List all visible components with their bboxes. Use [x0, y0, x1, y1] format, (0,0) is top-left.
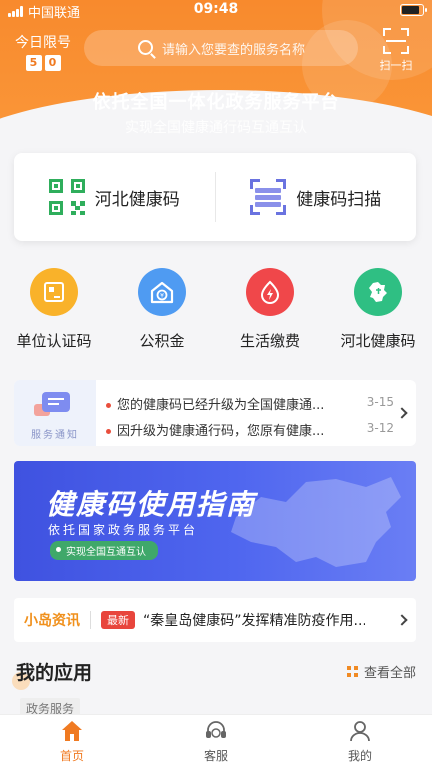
notice-item[interactable]: 您的健康码已经升级为全国健康通...	[106, 394, 376, 413]
hebei-health-code-label: 河北健康码	[94, 189, 180, 210]
limit-digit: 0	[44, 55, 61, 71]
banner-title: 健康码使用指南	[46, 488, 257, 521]
headset-icon	[204, 719, 228, 743]
carrier-name: 中国联通	[28, 6, 81, 21]
section-title: 我的应用	[16, 662, 93, 684]
service-utility-payment[interactable]: 生活缴费	[216, 268, 324, 358]
scan-label: 扫一扫	[379, 59, 413, 72]
news-badge: 最新	[101, 611, 135, 629]
search-placeholder: 请输入您要查的服务名称	[162, 42, 306, 58]
chevron-right-icon	[396, 407, 408, 419]
service-hebei-health-code[interactable]: 河北健康码	[324, 268, 432, 358]
housing-fund-icon: ¥	[138, 268, 186, 316]
svg-text:¥: ¥	[160, 293, 164, 300]
service-label: 生活缴费	[239, 332, 300, 350]
tab-label: 客服	[203, 749, 228, 763]
hebei-health-code-button[interactable]: 河北健康码	[14, 179, 215, 215]
divider	[90, 611, 91, 629]
tab-label: 我的	[347, 749, 372, 763]
message-icon	[42, 392, 70, 412]
health-code-scan-label: 健康码扫描	[296, 189, 382, 210]
user-icon	[348, 719, 372, 743]
chevron-right-icon	[396, 614, 408, 626]
slogan-sub: 实现全国健康通行码互通互认	[125, 120, 307, 136]
utility-payment-icon	[246, 268, 294, 316]
service-label: 单位认证码	[16, 332, 92, 350]
notice-date: 3-12	[366, 421, 394, 435]
scanner-icon	[250, 179, 287, 215]
scan-button[interactable]: 扫一扫	[372, 28, 420, 73]
traffic-limit[interactable]: 今日限号 5 0	[12, 32, 74, 71]
health-code-card: 河北健康码 健康码扫描	[14, 153, 416, 241]
news-headline: “秦皇岛健康码”发挥精准防疫作用...	[143, 613, 365, 629]
tab-bar: 首页 客服 我的	[0, 714, 432, 768]
hebei-map-icon	[354, 268, 402, 316]
signal-icon	[8, 6, 23, 17]
health-code-scan-button[interactable]: 健康码扫描	[216, 179, 417, 215]
home-icon	[60, 719, 84, 743]
banner-pill: 实现全国互通互认	[50, 541, 158, 560]
limit-digit: 5	[25, 55, 42, 71]
service-notice[interactable]: 服务通知 您的健康码已经升级为全国健康通... 3-15 因升级为健康通行码，您…	[14, 380, 416, 446]
news-brand: 小岛资讯	[24, 613, 80, 629]
tab-customer-service[interactable]: 客服	[144, 715, 288, 768]
search-input[interactable]: 请输入您要查的服务名称	[84, 30, 358, 66]
qr-code-icon	[48, 179, 85, 215]
battery-icon	[400, 4, 427, 16]
bullet-icon	[106, 403, 111, 408]
id-code-icon	[30, 268, 78, 316]
service-label: 河北健康码	[340, 332, 416, 350]
view-all-label: 查看全部	[363, 666, 416, 681]
tab-home[interactable]: 首页	[0, 715, 144, 768]
slogan-main: 依托全国一体化政务服务平台	[92, 92, 340, 113]
service-unit-code[interactable]: 单位认证码	[0, 268, 108, 358]
status-bar: 中国联通 09:48	[0, 0, 432, 21]
banner-subtitle: 依托国家政务服务平台	[48, 523, 199, 537]
notice-date: 3-15	[366, 395, 394, 409]
notice-item-text: 您的健康码已经升级为全国健康通...	[117, 398, 325, 413]
notice-item-text: 因升级为健康通行码，您原有健康...	[117, 424, 325, 439]
tab-mine[interactable]: 我的	[288, 715, 432, 768]
view-all-button[interactable]: 查看全部	[346, 662, 416, 681]
service-housing-fund[interactable]: ¥ 公积金	[108, 268, 216, 358]
scan-icon	[383, 28, 409, 54]
quick-services: 单位认证码 ¥ 公积金 生活缴费 河北健康码	[0, 268, 432, 358]
notice-illustration: 服务通知	[14, 380, 96, 446]
grid-icon	[346, 666, 358, 677]
notice-title: 服务通知	[31, 430, 79, 441]
service-label: 公积金	[139, 332, 185, 350]
bullet-icon	[106, 429, 111, 434]
guide-banner[interactable]: 健康码使用指南 依托国家政务服务平台 实现全国互通互认	[14, 461, 416, 581]
news-ticker[interactable]: 小岛资讯 最新 “秦皇岛健康码”发挥精准防疫作用...	[14, 598, 416, 642]
search-icon	[138, 40, 153, 55]
notice-item[interactable]: 因升级为健康通行码，您原有健康...	[106, 420, 376, 439]
traffic-limit-label: 今日限号	[15, 35, 71, 51]
tab-label: 首页	[59, 749, 84, 763]
